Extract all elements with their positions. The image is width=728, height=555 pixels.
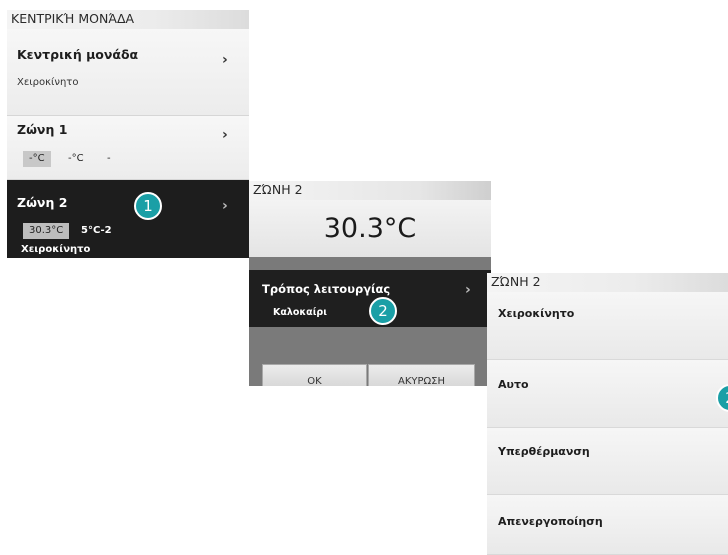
- zone-temperature: 30.3°C: [249, 200, 491, 257]
- operating-mode-row[interactable]: Τρόπος λειτουργίας Καλοκαίρι ›: [249, 270, 491, 327]
- step-2-badge: 2: [369, 297, 397, 325]
- mode-option-off[interactable]: Απενεργοποίηση: [487, 495, 728, 555]
- mode-option-label: Απενεργοποίηση: [498, 515, 603, 528]
- chevron-right-icon: ›: [222, 127, 228, 143]
- cancel-button[interactable]: ΑΚΥΡΩΣΗ: [368, 364, 475, 386]
- mode-option-label: Χειροκίνητο: [498, 307, 575, 320]
- zone-detail-panel: ΖΏΝΗ 2 30.3°C Τρόπος λειτουργίας Καλοκαί…: [249, 181, 491, 386]
- ok-button[interactable]: OK: [262, 364, 367, 386]
- zone2-title: Ζώνη 2: [17, 195, 68, 210]
- zone2-temp-chip: 30.3°C: [23, 223, 70, 239]
- central-unit-mode: Χειροκίνητο: [17, 77, 79, 88]
- panel-header: ΚΕΝΤΡΙΚΉ ΜΟΝΆΔΑ: [7, 10, 249, 29]
- zone2-mode: Χειροκίνητο: [21, 244, 91, 255]
- mode-selection-panel: ΖΏΝΗ 2 Χειροκίνητο Αυτο Υπερθέρμανση Απε…: [487, 273, 728, 555]
- mode-option-manual[interactable]: Χειροκίνητο: [487, 292, 728, 360]
- zone1-row[interactable]: Ζώνη 1 -°C -°C - ›: [7, 116, 249, 180]
- mode-option-boost[interactable]: Υπερθέρμανση: [487, 428, 728, 495]
- central-unit-row[interactable]: Κεντρική μονάδα Χειροκίνητο ›: [7, 29, 249, 116]
- zone2-setpoint: 5°C-2: [81, 225, 112, 236]
- chevron-right-icon: ›: [222, 52, 228, 68]
- zone2-row[interactable]: Ζώνη 2 30.3°C 5°C-2 Χειροκίνητο ›: [7, 180, 249, 258]
- mode-option-label: Υπερθέρμανση: [498, 445, 590, 458]
- zone1-title: Ζώνη 1: [17, 122, 68, 137]
- zone1-setpoint: -°C: [68, 153, 84, 164]
- mode-option-label: Αυτο: [498, 378, 529, 391]
- central-unit-title: Κεντρική μονάδα: [17, 47, 139, 62]
- mode-option-auto[interactable]: Αυτο: [487, 360, 728, 428]
- central-unit-panel: ΚΕΝΤΡΙΚΉ ΜΟΝΆΔΑ Κεντρική μονάδα Χειροκίν…: [7, 10, 249, 258]
- panel-header: ΖΏΝΗ 2: [249, 181, 491, 200]
- panel-header: ΖΏΝΗ 2: [487, 273, 728, 292]
- chevron-right-icon: ›: [465, 282, 471, 298]
- zone1-temp-chip: -°C: [23, 151, 51, 167]
- step-1-badge: 1: [134, 192, 162, 220]
- operating-mode-label: Τρόπος λειτουργίας: [262, 282, 391, 296]
- chevron-right-icon: ›: [222, 198, 228, 214]
- operating-mode-value: Καλοκαίρι: [273, 307, 327, 318]
- zone1-mode: -: [107, 153, 111, 164]
